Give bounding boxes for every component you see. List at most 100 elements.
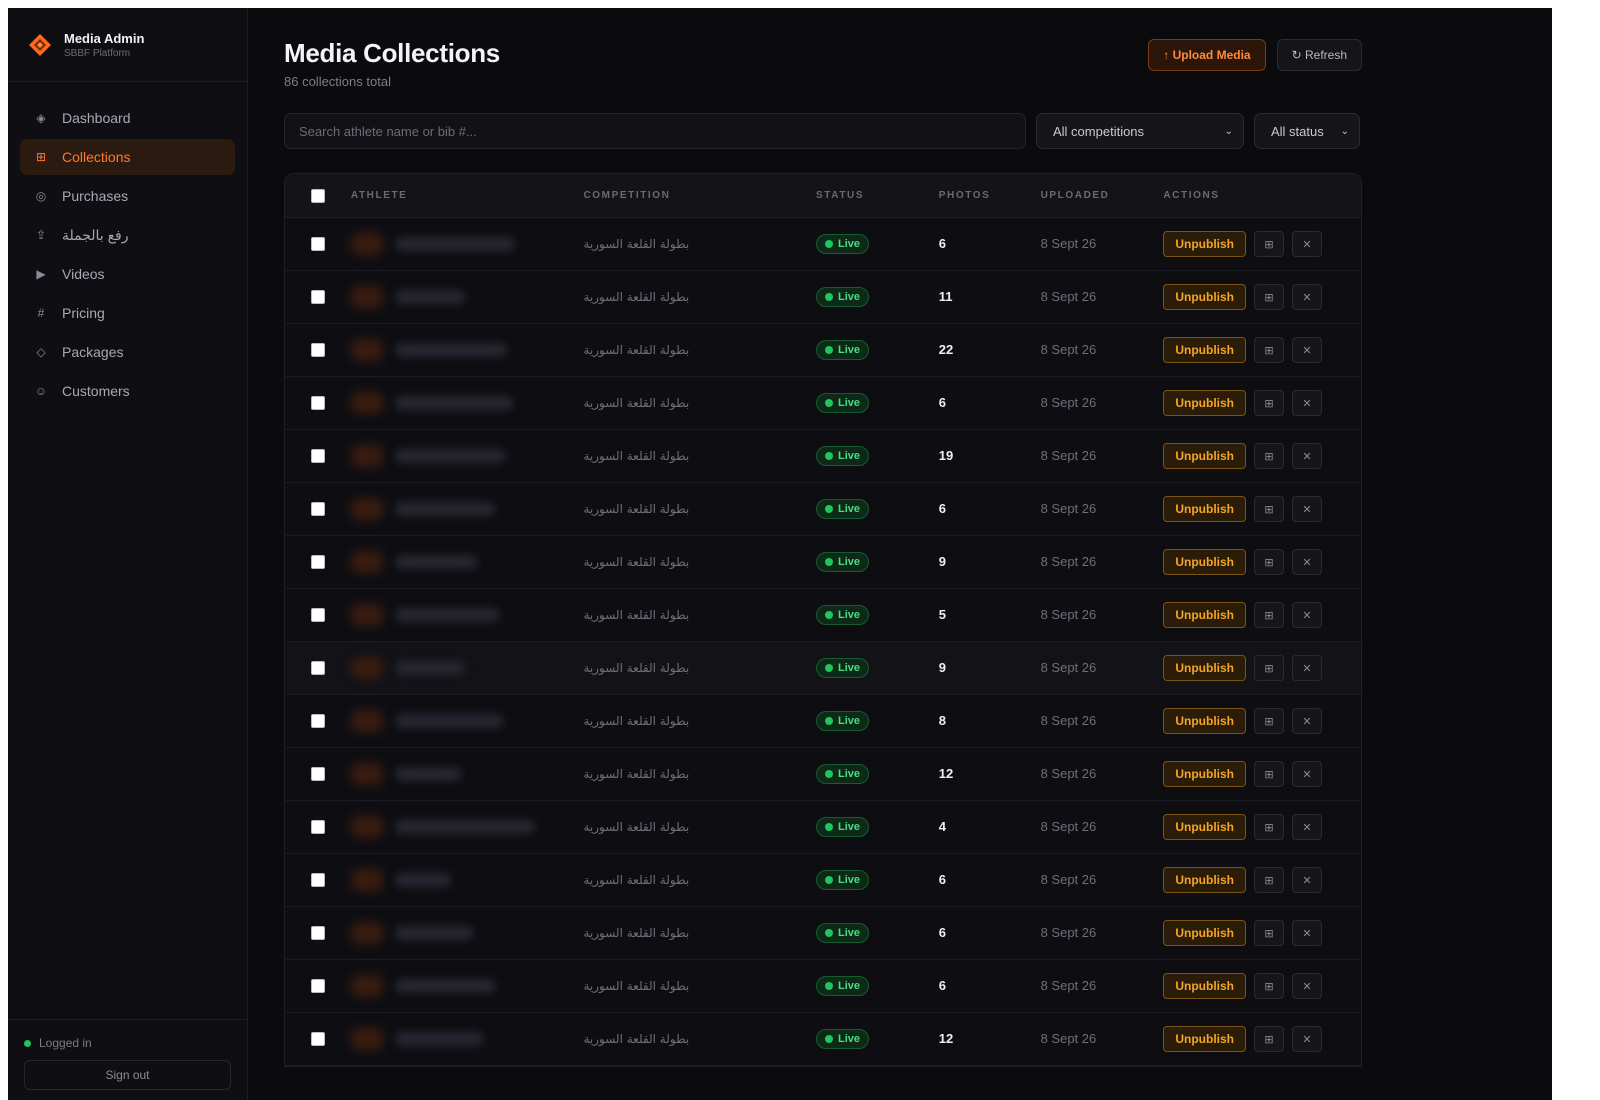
grid-view-icon[interactable]: ⊞ (1254, 337, 1285, 363)
row-checkbox[interactable] (310, 820, 325, 834)
table-row[interactable]: بطولة القلعة السورية Live 5 8 Sept 26 Unpubl… (285, 589, 1361, 642)
unpublish-button[interactable]: Unpublish (1163, 443, 1247, 469)
close-icon[interactable]: ✕ (1292, 708, 1323, 734)
table-row[interactable]: بطولة القلعة السورية Live 9 8 Sept 26 Unpubl… (285, 642, 1361, 695)
unpublish-button[interactable]: Unpublish (1163, 655, 1247, 681)
grid-view-icon[interactable]: ⊞ (1254, 708, 1285, 734)
unpublish-button[interactable]: Unpublish (1163, 231, 1247, 257)
close-icon[interactable]: ✕ (1292, 920, 1323, 946)
row-checkbox[interactable] (310, 396, 325, 410)
row-checkbox[interactable] (310, 343, 325, 357)
upload-media-button[interactable]: ↑ Upload Media (1148, 39, 1266, 71)
sidebar-item-5[interactable]: # Pricing (20, 295, 235, 331)
status-select[interactable]: All status ⌄ (1254, 113, 1360, 149)
close-icon[interactable]: ✕ (1292, 390, 1323, 416)
table-row[interactable]: بطولة القلعة السورية Live 8 8 Sept 26 Unpubl… (285, 695, 1361, 748)
row-checkbox[interactable] (310, 555, 325, 569)
select-all-checkbox[interactable] (310, 188, 325, 203)
table-row[interactable]: بطولة القلعة السورية Live 6 8 Sept 26 Unpubl… (285, 483, 1361, 536)
grid-view-icon[interactable]: ⊞ (1254, 920, 1285, 946)
row-checkbox[interactable] (310, 1032, 325, 1046)
table-row[interactable]: بطولة القلعة السورية Live 6 8 Sept 26 Unpubl… (285, 854, 1361, 907)
grid-view-icon[interactable]: ⊞ (1254, 655, 1285, 681)
close-icon[interactable]: ✕ (1292, 549, 1323, 575)
close-icon[interactable]: ✕ (1292, 337, 1323, 363)
table-row[interactable]: بطولة القلعة السورية Live 6 8 Sept 26 Unpubl… (285, 907, 1361, 960)
close-icon[interactable]: ✕ (1292, 973, 1323, 999)
column-header-athlete[interactable]: ATHLETE (351, 190, 584, 201)
unpublish-button[interactable]: Unpublish (1163, 496, 1247, 522)
table-row[interactable]: بطولة القلعة السورية Live 19 8 Sept 26 Unpub… (285, 430, 1361, 483)
grid-view-icon[interactable]: ⊞ (1254, 867, 1285, 893)
unpublish-button[interactable]: Unpublish (1163, 390, 1247, 416)
row-checkbox[interactable] (310, 767, 325, 781)
sidebar-item-7[interactable]: ☺ Customers (20, 373, 235, 409)
grid-view-icon[interactable]: ⊞ (1254, 496, 1285, 522)
row-checkbox[interactable] (310, 661, 325, 675)
close-icon[interactable]: ✕ (1292, 761, 1323, 787)
refresh-button[interactable]: ↻ Refresh (1276, 39, 1362, 71)
unpublish-button[interactable]: Unpublish (1163, 814, 1247, 840)
table-row[interactable]: بطولة القلعة السورية Live 9 8 Sept 26 Unpubl… (285, 536, 1361, 589)
row-checkbox[interactable] (310, 290, 325, 304)
sidebar-item-4[interactable]: ▶ Videos (20, 256, 235, 292)
column-header-photos[interactable]: PHOTOS (939, 190, 1041, 201)
table-row[interactable]: بطولة القلعة السورية Live 11 8 Sept 26 Unpub… (285, 271, 1361, 324)
unpublish-button[interactable]: Unpublish (1163, 708, 1247, 734)
table-row[interactable]: بطولة القلعة السورية Live 6 8 Sept 26 Unpubl… (285, 377, 1361, 430)
search-input[interactable] (284, 113, 1026, 149)
grid-view-icon[interactable]: ⊞ (1254, 602, 1285, 628)
grid-view-icon[interactable]: ⊞ (1254, 443, 1285, 469)
grid-view-icon[interactable]: ⊞ (1254, 973, 1285, 999)
row-checkbox[interactable] (310, 926, 325, 940)
table-row[interactable]: بطولة القلعة السورية Live 6 8 Sept 26 Unpubl… (285, 960, 1361, 1013)
sign-out-button[interactable]: Sign out (24, 1060, 231, 1090)
sidebar-item-3[interactable]: ⇪ رفع بالجملة (20, 217, 235, 253)
row-checkbox[interactable] (310, 873, 325, 887)
close-icon[interactable]: ✕ (1292, 496, 1323, 522)
unpublish-button[interactable]: Unpublish (1163, 973, 1247, 999)
grid-view-icon[interactable]: ⊞ (1254, 761, 1285, 787)
grid-view-icon[interactable]: ⊞ (1254, 390, 1285, 416)
table-row[interactable]: بطولة القلعة السورية Live 12 8 Sept 26 Unpub… (285, 1013, 1361, 1066)
unpublish-button[interactable]: Unpublish (1163, 602, 1247, 628)
competition-select[interactable]: All competitions ⌄ (1036, 113, 1244, 149)
row-checkbox[interactable] (310, 979, 325, 993)
row-checkbox[interactable] (310, 502, 325, 516)
unpublish-button[interactable]: Unpublish (1163, 284, 1247, 310)
table-row[interactable]: بطولة القلعة السورية Live 22 8 Sept 26 Unpub… (285, 324, 1361, 377)
close-icon[interactable]: ✕ (1292, 443, 1323, 469)
grid-view-icon[interactable]: ⊞ (1254, 284, 1285, 310)
grid-view-icon[interactable]: ⊞ (1254, 814, 1285, 840)
unpublish-button[interactable]: Unpublish (1163, 549, 1247, 575)
close-icon[interactable]: ✕ (1292, 814, 1323, 840)
column-header-status[interactable]: STATUS (816, 190, 939, 201)
close-icon[interactable]: ✕ (1292, 867, 1323, 893)
close-icon[interactable]: ✕ (1292, 655, 1323, 681)
row-checkbox[interactable] (310, 449, 325, 463)
grid-view-icon[interactable]: ⊞ (1254, 549, 1285, 575)
sidebar-item-1[interactable]: ⊞ Collections (20, 139, 235, 175)
unpublish-button[interactable]: Unpublish (1163, 1026, 1247, 1052)
sidebar-item-6[interactable]: ◇ Packages (20, 334, 235, 370)
sidebar-item-2[interactable]: ◎ Purchases (20, 178, 235, 214)
close-icon[interactable]: ✕ (1292, 231, 1323, 257)
table-row[interactable]: بطولة القلعة السورية Live 4 8 Sept 26 Unpubl… (285, 801, 1361, 854)
column-header-competition[interactable]: COMPETITION (583, 190, 816, 201)
sidebar-item-0[interactable]: ◈ Dashboard (20, 100, 235, 136)
close-icon[interactable]: ✕ (1292, 602, 1323, 628)
unpublish-button[interactable]: Unpublish (1163, 337, 1247, 363)
unpublish-button[interactable]: Unpublish (1163, 867, 1247, 893)
grid-view-icon[interactable]: ⊞ (1254, 231, 1285, 257)
column-header-uploaded[interactable]: UPLOADED (1041, 190, 1164, 201)
close-icon[interactable]: ✕ (1292, 284, 1323, 310)
row-checkbox[interactable] (310, 237, 325, 251)
unpublish-button[interactable]: Unpublish (1163, 920, 1247, 946)
unpublish-button[interactable]: Unpublish (1163, 761, 1247, 787)
grid-view-icon[interactable]: ⊞ (1254, 1026, 1285, 1052)
close-icon[interactable]: ✕ (1292, 1026, 1323, 1052)
row-checkbox[interactable] (310, 608, 325, 622)
table-row[interactable]: بطولة القلعة السورية Live 6 8 Sept 26 Unpubl… (285, 218, 1361, 271)
table-row[interactable]: بطولة القلعة السورية Live 12 8 Sept 26 Unpub… (285, 748, 1361, 801)
row-checkbox[interactable] (310, 714, 325, 728)
